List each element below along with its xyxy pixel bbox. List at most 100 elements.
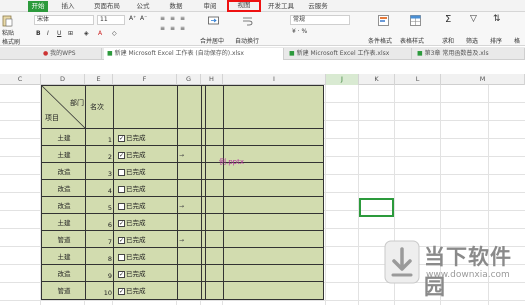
sort-button[interactable]: 排序 <box>490 36 502 45</box>
filter-icon[interactable]: ▽ <box>470 14 477 24</box>
tab-page-layout[interactable]: 页面布局 <box>90 1 124 12</box>
cell-dept[interactable]: 土建 <box>42 149 86 159</box>
align-left-icon[interactable]: ≡ <box>160 25 165 32</box>
align-right-icon[interactable]: ≡ <box>180 25 185 32</box>
auto-wrap-icon[interactable] <box>242 15 253 26</box>
completion-checkbox[interactable]: ✓ 已完成 <box>118 268 146 278</box>
cell-dept[interactable]: 改造 <box>42 166 86 176</box>
file-tab-functions[interactable]: ■ 第3章 常用函数普及.xls <box>414 48 525 60</box>
selected-cell[interactable] <box>359 198 394 217</box>
completion-checkbox[interactable]: ✓ 已完成 <box>118 132 146 142</box>
cell-dept[interactable]: 土建 <box>42 217 86 227</box>
conditional-format-icon[interactable] <box>378 15 389 26</box>
cell-rank[interactable]: 2 <box>86 153 113 161</box>
font-name-select[interactable]: 宋体 <box>34 15 94 25</box>
cell-dept[interactable]: 改造 <box>42 200 86 210</box>
underline-icon[interactable]: U <box>57 30 61 37</box>
tab-developer[interactable]: 开发工具 <box>264 1 298 12</box>
clear-format-icon[interactable]: ◇ <box>112 30 117 37</box>
paste-button[interactable]: 粘贴 <box>2 28 14 37</box>
format-button[interactable]: 格 <box>514 36 520 45</box>
tab-home[interactable]: 开始 <box>28 1 48 12</box>
completion-checkbox[interactable]: ✓ 已完成 <box>118 285 146 295</box>
increase-font-icon[interactable]: A⁺ <box>129 15 136 22</box>
file-tab-workbook[interactable]: ■ 新建 Microsoft Excel 工作表.xlsx <box>286 48 412 60</box>
cell-rank[interactable]: 8 <box>86 255 113 263</box>
sum-icon[interactable]: Σ <box>445 14 451 25</box>
column-k[interactable]: K <box>359 74 395 85</box>
unchecked-box-icon[interactable] <box>118 185 125 193</box>
column-e[interactable]: E <box>85 74 113 85</box>
completion-checkbox[interactable]: ✓ 已完成 <box>118 217 146 227</box>
column-l[interactable]: L <box>395 74 441 85</box>
cell-rank[interactable]: 10 <box>86 289 113 297</box>
file-tab-autosaved[interactable]: ■ 新建 Microsoft Excel 工作表 (自动保存的).xlsx <box>104 48 284 60</box>
checked-box-icon[interactable]: ✓ <box>118 219 125 227</box>
font-size-select[interactable]: 11 <box>97 15 125 25</box>
fill-color-icon[interactable]: ◈ <box>84 30 89 37</box>
cell-dept[interactable]: 改造 <box>42 268 86 278</box>
auto-wrap-button[interactable]: 自动换行 <box>235 36 259 45</box>
format-painter-button[interactable]: 格式刷 <box>2 37 20 46</box>
example-text[interactable]: 例.pptx <box>219 157 244 167</box>
sum-button[interactable]: 求和 <box>442 36 454 45</box>
completion-checkbox[interactable]: ✓ 已完成 <box>118 149 146 159</box>
completion-checkbox[interactable]: 已完成 <box>118 200 146 210</box>
italic-icon[interactable]: I <box>47 30 49 37</box>
column-j[interactable]: J <box>326 74 359 85</box>
cell-rank[interactable]: 7 <box>86 238 113 246</box>
paste-icon[interactable] <box>2 15 13 27</box>
checked-box-icon[interactable]: ✓ <box>118 287 125 295</box>
checked-box-icon[interactable]: ✓ <box>118 134 125 142</box>
tab-cloud[interactable]: 云服务 <box>305 1 331 12</box>
cell-rank[interactable]: 5 <box>86 204 113 212</box>
unchecked-box-icon[interactable] <box>118 202 125 210</box>
align-bottom-icon[interactable]: ≡ <box>180 15 185 22</box>
column-d[interactable]: D <box>41 74 85 85</box>
checked-box-icon[interactable]: ✓ <box>118 236 125 244</box>
tab-insert[interactable]: 插入 <box>58 1 78 12</box>
tab-review[interactable]: 审阅 <box>200 1 220 12</box>
font-color-icon[interactable]: A <box>98 30 102 37</box>
tab-data[interactable]: 数据 <box>166 1 186 12</box>
cell-rank[interactable]: 1 <box>86 136 113 144</box>
column-f[interactable]: F <box>113 74 177 85</box>
checked-box-icon[interactable]: ✓ <box>118 151 125 159</box>
cell-dept[interactable]: 管道 <box>42 234 86 244</box>
cell-dept[interactable]: 土建 <box>42 132 86 142</box>
file-tab-my-wps[interactable]: ● 我的WPS <box>40 48 102 60</box>
merge-center-button[interactable]: 合并居中 <box>200 36 224 45</box>
conditional-format-button[interactable]: 条件格式 <box>368 36 392 45</box>
completion-checkbox[interactable]: ✓ 已完成 <box>118 234 146 244</box>
cell-dept[interactable]: 土建 <box>42 251 86 261</box>
table-style-button[interactable]: 表格样式 <box>400 36 424 45</box>
column-m[interactable]: M <box>441 74 525 85</box>
tab-formulas[interactable]: 公式 <box>134 1 152 12</box>
number-format-select[interactable]: 常规 <box>290 15 350 25</box>
column-h[interactable]: H <box>201 74 223 85</box>
align-top-icon[interactable]: ≡ <box>160 15 165 22</box>
column-g[interactable]: G <box>177 74 201 85</box>
cell-rank[interactable]: 3 <box>86 170 113 178</box>
cell-rank[interactable]: 4 <box>86 187 113 195</box>
percent-icon[interactable]: ¥ · % <box>292 28 307 35</box>
cell-rank[interactable]: 9 <box>86 272 113 280</box>
completion-checkbox[interactable]: 已完成 <box>118 251 146 261</box>
cell-dept[interactable]: 改造 <box>42 183 86 193</box>
merge-center-icon[interactable] <box>208 15 219 26</box>
column-i[interactable]: I <box>223 74 326 85</box>
unchecked-box-icon[interactable] <box>118 168 125 176</box>
sort-icon[interactable]: ⇅ <box>493 14 501 24</box>
align-center-icon[interactable]: ≡ <box>170 25 175 32</box>
cell-rank[interactable]: 6 <box>86 221 113 229</box>
bold-icon[interactable]: B <box>36 30 41 37</box>
border-icon[interactable]: ⊞ <box>68 30 73 37</box>
tab-view[interactable]: 视图 <box>227 0 261 12</box>
unchecked-box-icon[interactable] <box>118 253 125 261</box>
filter-button[interactable]: 筛选 <box>466 36 478 45</box>
completion-checkbox[interactable]: 已完成 <box>118 183 146 193</box>
completion-checkbox[interactable]: 已完成 <box>118 166 146 176</box>
table-style-icon[interactable] <box>410 15 421 26</box>
cell-dept[interactable]: 管道 <box>42 285 86 295</box>
checked-box-icon[interactable]: ✓ <box>118 270 125 278</box>
